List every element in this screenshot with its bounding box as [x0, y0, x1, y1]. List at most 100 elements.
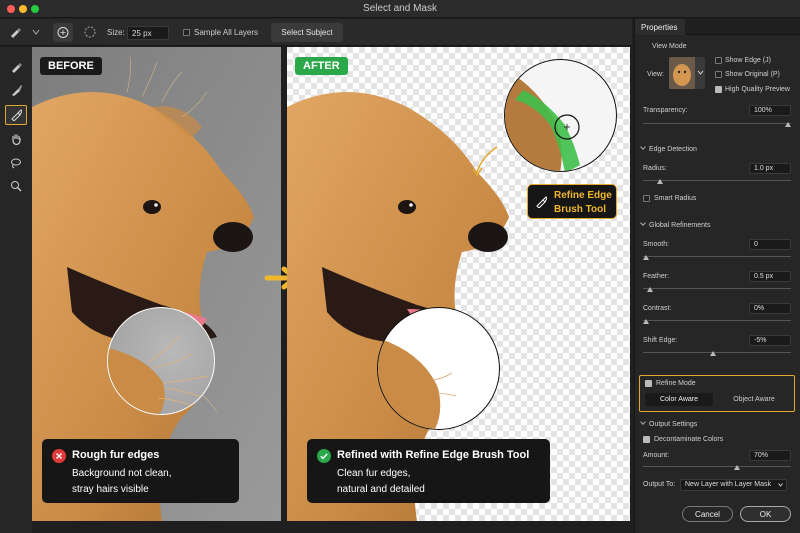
contrast-label: Contrast:	[643, 305, 672, 312]
before-callout-title: Rough fur edges	[72, 449, 160, 461]
smooth-slider-track[interactable]	[643, 256, 791, 257]
after-canvas[interactable]: AFTER Refine Edge Brush Tool Refined wit…	[287, 47, 630, 521]
properties-tab-bar: Properties	[635, 19, 800, 35]
object-aware-option[interactable]: Object Aware	[718, 393, 790, 406]
add-to-selection-mode[interactable]	[53, 23, 73, 42]
decontaminate-colors-checkbox[interactable]	[643, 436, 650, 443]
shift-edge-label: Shift Edge:	[643, 337, 678, 344]
radius-input[interactable]: 1.0 px	[749, 163, 791, 174]
zoom-tool[interactable]	[5, 176, 27, 196]
feather-input[interactable]: 0.5 px	[749, 271, 791, 282]
transparency-slider-track[interactable]	[643, 123, 791, 124]
contrast-slider-thumb[interactable]	[643, 319, 649, 324]
ok-button[interactable]: OK	[740, 506, 791, 522]
before-callout-line2: stray hairs visible	[72, 484, 149, 495]
output-to-label: Output To:	[643, 481, 676, 488]
refine-mode-checkbox[interactable]	[645, 380, 652, 387]
clean-fur-detail	[378, 338, 457, 429]
radius-slider-thumb[interactable]	[657, 179, 663, 184]
radius-slider-track[interactable]	[643, 180, 791, 181]
contrast-slider-track[interactable]	[643, 320, 791, 321]
tool-tip-line1: Refine Edge	[554, 190, 612, 201]
success-check-icon	[317, 449, 331, 463]
title-bar: Select and Mask	[0, 0, 800, 18]
feather-slider-thumb[interactable]	[647, 287, 653, 292]
rough-fur-detail	[108, 335, 209, 414]
select-and-mask-window: Select and Mask Size: 25 px Sample All L…	[0, 0, 800, 533]
smooth-input[interactable]: 0	[749, 239, 791, 250]
tab-properties[interactable]: Properties	[635, 19, 685, 35]
transparency-input[interactable]: 100%	[749, 105, 791, 116]
color-aware-option[interactable]: Color Aware	[645, 393, 713, 406]
decontaminate-colors-label: Decontaminate Colors	[654, 436, 724, 443]
quick-selection-tool[interactable]	[5, 57, 27, 77]
brush-zoom-circle	[504, 59, 617, 172]
show-edge-label: Show Edge (J)	[725, 57, 771, 64]
refine-mode-section: Refine Mode Color Aware Object Aware	[639, 375, 795, 412]
global-refinements-heading[interactable]: Global Refinements	[640, 220, 710, 229]
output-to-value: New Layer with Layer Mask	[685, 481, 771, 488]
shift-edge-input[interactable]: -5%	[749, 335, 791, 346]
brush-tool[interactable]	[5, 80, 27, 100]
brush-circle-plus-icon	[57, 27, 69, 38]
refine-mode-label: Refine Mode	[656, 380, 696, 387]
refine-edge-brush-icon	[11, 109, 22, 121]
view-mode-heading: View Mode	[652, 43, 687, 50]
green-brush-overlay	[505, 70, 580, 171]
brush-preset-icon[interactable]	[9, 26, 21, 38]
brush-circle-minus-icon[interactable]	[82, 24, 98, 40]
before-zoom-circle	[107, 307, 215, 415]
tool-tip-line2: Brush Tool	[554, 204, 607, 215]
refine-edge-brush-icon	[536, 196, 547, 208]
brush-icon	[12, 63, 22, 73]
lasso-tool[interactable]	[5, 153, 27, 173]
feather-label: Feather:	[643, 273, 670, 280]
high-quality-preview-label: High Quality Preview	[725, 86, 790, 93]
output-to-select[interactable]: New Layer with Layer Mask	[680, 479, 787, 491]
refine-edge-brush-tool[interactable]	[5, 105, 27, 125]
show-original-checkbox[interactable]	[715, 71, 722, 78]
after-label: AFTER	[295, 57, 348, 75]
feather-slider-track[interactable]	[643, 288, 791, 289]
select-subject-button[interactable]: Select Subject	[271, 23, 343, 42]
view-label: View:	[647, 71, 664, 78]
show-edge-checkbox[interactable]	[715, 57, 722, 64]
amount-input[interactable]: 70%	[749, 450, 791, 461]
amount-slider-track[interactable]	[643, 466, 791, 467]
size-input[interactable]: 25 px	[127, 26, 169, 40]
transparency-slider-thumb[interactable]	[785, 122, 791, 127]
magnifier-icon	[11, 181, 22, 192]
options-bar: Size: 25 px Sample All Layers Select Sub…	[0, 19, 632, 46]
tools-panel	[0, 47, 32, 533]
paintbrush-icon	[12, 85, 22, 96]
before-label: BEFORE	[40, 57, 102, 75]
contrast-input[interactable]: 0%	[749, 303, 791, 314]
error-x-icon	[52, 449, 66, 463]
smart-radius-label: Smart Radius	[654, 195, 697, 202]
hand-tool[interactable]	[5, 129, 27, 149]
after-callout: Refined with Refine Edge Brush Tool Clea…	[307, 439, 550, 503]
after-callout-line1: Clean fur edges,	[337, 468, 411, 479]
before-canvas[interactable]: BEFORE Rough fur edges Background not cl…	[32, 47, 281, 521]
shift-edge-slider-thumb[interactable]	[710, 351, 716, 356]
amount-slider-thumb[interactable]	[734, 465, 740, 470]
sample-all-layers-label: Sample All Layers	[194, 28, 259, 37]
sample-all-layers-checkbox[interactable]	[183, 29, 190, 36]
view-thumbnail-dropdown[interactable]	[669, 57, 705, 89]
after-zoom-circle	[377, 307, 500, 430]
cancel-button[interactable]: Cancel	[682, 506, 733, 522]
output-settings-heading[interactable]: Output Settings	[640, 419, 697, 428]
lasso-icon	[11, 158, 21, 169]
high-quality-preview-checkbox[interactable]	[715, 86, 722, 93]
shift-edge-slider-track[interactable]	[643, 352, 791, 353]
chevron-down-icon	[778, 483, 783, 487]
properties-panel: Properties View Mode View: Show Edge (J)…	[634, 19, 800, 533]
smooth-slider-thumb[interactable]	[643, 255, 649, 260]
smart-radius-checkbox[interactable]	[643, 195, 650, 202]
show-original-label: Show Original (P)	[725, 71, 780, 78]
after-callout-title: Refined with Refine Edge Brush Tool	[337, 449, 530, 461]
brush-options-dropdown-icon[interactable]	[32, 28, 40, 36]
smooth-label: Smooth:	[643, 241, 670, 248]
refine-edge-tool-tip: Refine Edge Brush Tool	[527, 184, 617, 219]
edge-detection-heading[interactable]: Edge Detection	[640, 144, 697, 153]
